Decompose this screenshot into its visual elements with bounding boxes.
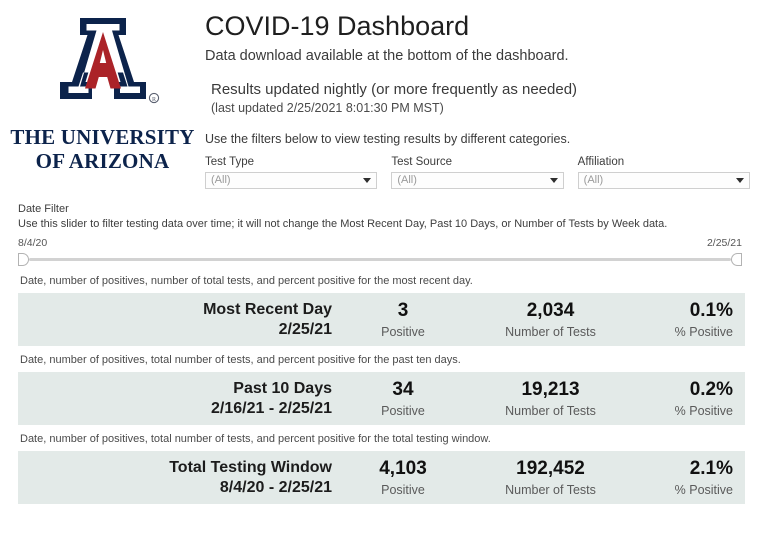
metric-positive-value: 34 [392, 379, 414, 401]
stat-title: Most Recent Day [203, 301, 332, 319]
metric-percent-value: 0.2% [689, 379, 733, 401]
metric-positive-value: 4,103 [379, 457, 427, 479]
chevron-down-icon [549, 177, 558, 183]
section-past-10-days: Date, number of positives, total number … [0, 346, 760, 426]
metric-tests-label: Number of Tests [505, 482, 596, 497]
metric-positive-value: 3 [397, 300, 409, 322]
header-text-block: COVID-19 Dashboard Data download availab… [205, 0, 760, 189]
last-updated-timestamp: (last updated 2/25/2021 8:01:30 PM MST) [211, 100, 444, 115]
metric-percent-positive: 0.1% % Positive [643, 293, 745, 346]
metric-tests-value: 192,452 [516, 457, 585, 479]
metric-positive: 34 Positive [348, 372, 458, 425]
slider-end-labels: 8/4/20 2/25/21 [18, 237, 742, 249]
slider-track-row[interactable] [18, 251, 742, 267]
filter-affiliation-select[interactable]: (All) [577, 171, 750, 189]
university-wordmark: THE UNIVERSITY OF ARIZONA [0, 125, 205, 173]
metric-percent-value: 2.1% [689, 457, 733, 479]
metric-tests: 2,034 Number of Tests [458, 293, 643, 346]
section-caption: Date, number of positives, number of tot… [20, 275, 473, 288]
metric-positive-label: Positive [381, 403, 425, 418]
filter-affiliation-value: (All) [583, 174, 604, 187]
filter-test-source-label: Test Source [391, 155, 453, 168]
filter-affiliation-label: Affiliation [577, 155, 625, 168]
metric-percent-positive: 0.2% % Positive [643, 372, 745, 425]
metric-tests-value: 19,213 [521, 379, 580, 401]
section-caption: Date, number of positives, total number … [20, 433, 491, 446]
metric-percent-positive: 2.1% % Positive [643, 451, 745, 504]
svg-text:R: R [151, 97, 155, 103]
metric-percent-value: 0.1% [689, 300, 733, 322]
stat-band: Most Recent Day 2/25/21 3 Positive 2,034… [18, 293, 745, 347]
stat-title-cell: Most Recent Day 2/25/21 [18, 293, 348, 346]
stat-date-range: 8/4/20 - 2/25/21 [219, 478, 332, 496]
results-updated-note: Results updated nightly (or more frequen… [211, 81, 578, 99]
chevron-down-icon [735, 177, 744, 183]
stat-band: Past 10 Days 2/16/21 - 2/25/21 34 Positi… [18, 372, 745, 426]
metric-percent-label: % Positive [674, 403, 733, 418]
stat-band: Total Testing Window 8/4/20 - 2/25/21 4,… [18, 450, 745, 504]
stat-date-range: 2/25/21 [278, 321, 332, 339]
slider-end-date: 2/25/21 [706, 237, 742, 250]
filter-row: Test Type (All) Test Source (All) Affili… [205, 156, 750, 189]
stat-title: Total Testing Window [169, 458, 332, 476]
metric-positive: 3 Positive [348, 293, 458, 346]
metric-tests-label: Number of Tests [505, 403, 596, 418]
slider-handle-right[interactable] [731, 253, 742, 267]
stat-title: Past 10 Days [233, 380, 332, 398]
stat-title-cell: Total Testing Window 8/4/20 - 2/25/21 [18, 451, 348, 504]
filters-hint: Use the filters below to view testing re… [205, 131, 571, 146]
page-title: COVID-19 Dashboard [205, 11, 470, 41]
block-a-logo: R [59, 18, 159, 104]
date-range-slider[interactable]: 8/4/20 2/25/21 [18, 237, 742, 267]
metric-positive-label: Positive [381, 325, 425, 339]
filter-test-type-value: (All) [211, 174, 231, 187]
metric-positive-label: Positive [381, 482, 425, 497]
filter-test-type: Test Type (All) [205, 155, 378, 189]
stat-title-cell: Past 10 Days 2/16/21 - 2/25/21 [18, 372, 348, 425]
metric-percent-label: % Positive [674, 325, 733, 339]
date-filter-description: Use this slider to filter testing data o… [18, 217, 668, 230]
page-subtitle: Data download available at the bottom of… [205, 47, 569, 64]
university-logo: R THE UNIVERSITY OF ARIZONA [0, 0, 205, 173]
chevron-down-icon [363, 177, 372, 183]
section-total-testing-window: Date, number of positives, total number … [0, 425, 760, 504]
filter-test-type-label: Test Type [205, 155, 255, 168]
date-filter-section: Date Filter Use this slider to filter te… [0, 202, 760, 268]
metric-tests: 192,452 Number of Tests [458, 451, 643, 504]
slider-start-date: 8/4/20 [18, 237, 48, 250]
section-caption: Date, number of positives, total number … [20, 354, 461, 367]
filter-test-type-select[interactable]: (All) [205, 171, 378, 189]
filter-test-source-select[interactable]: (All) [391, 171, 564, 189]
metric-tests: 19,213 Number of Tests [458, 372, 643, 425]
wordmark-line-2: OF ARIZONA [35, 148, 170, 173]
filter-test-source-value: (All) [397, 174, 417, 187]
filter-test-source: Test Source (All) [391, 155, 564, 189]
wordmark-line-1: THE UNIVERSITY [10, 125, 195, 149]
metric-tests-value: 2,034 [526, 300, 575, 322]
filter-affiliation: Affiliation (All) [577, 155, 750, 189]
slider-handle-left[interactable] [18, 253, 29, 267]
metric-positive: 4,103 Positive [348, 451, 458, 504]
metric-tests-label: Number of Tests [505, 325, 596, 339]
metric-percent-label: % Positive [674, 482, 733, 497]
stat-date-range: 2/16/21 - 2/25/21 [211, 400, 332, 418]
slider-track[interactable] [29, 258, 731, 262]
dashboard-header: R THE UNIVERSITY OF ARIZONA COVID-19 Das… [0, 0, 760, 189]
section-most-recent-day: Date, number of positives, number of tot… [0, 267, 760, 347]
date-filter-title: Date Filter [18, 202, 69, 215]
